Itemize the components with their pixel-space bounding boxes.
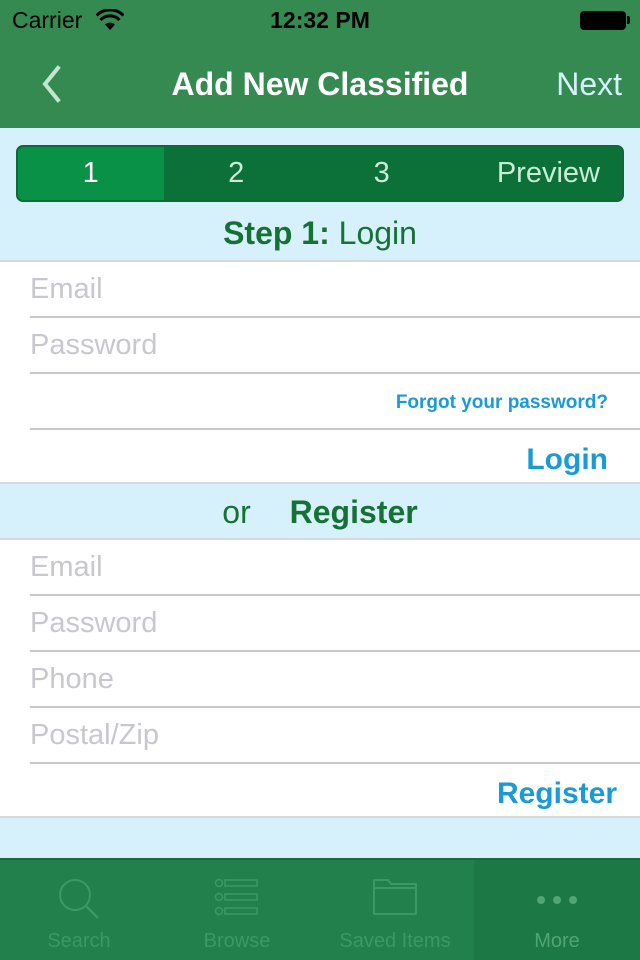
page-title: Add New Classified xyxy=(171,66,469,102)
login-button[interactable]: Login xyxy=(526,443,608,477)
step-tab-preview[interactable]: Preview xyxy=(455,147,623,200)
clock: 12:32 PM xyxy=(270,7,370,33)
tab-browse-label: Browse xyxy=(203,930,271,952)
step-tab-2[interactable]: 2 xyxy=(164,147,310,200)
login-section-header: Step 1: Login xyxy=(0,215,640,252)
next-button[interactable]: Next xyxy=(556,66,622,103)
login-email-row xyxy=(30,262,640,318)
battery-tip xyxy=(627,16,630,24)
step-tab-3[interactable]: 3 xyxy=(309,147,455,200)
step-segmented-control: 1 2 3 Preview xyxy=(16,145,624,202)
step-tab-1[interactable]: 1 xyxy=(18,147,164,200)
login-password-input[interactable] xyxy=(30,318,610,372)
tab-browse[interactable]: Browse xyxy=(158,860,316,960)
register-phone-row xyxy=(30,652,640,708)
register-phone-input[interactable] xyxy=(30,652,610,706)
battery-icon xyxy=(580,11,626,30)
navigation-header: Carrier 12:32 PM Add New Classified Next xyxy=(0,0,640,128)
tab-saved-items-label: Saved Items xyxy=(339,930,451,952)
search-icon xyxy=(59,879,99,919)
register-email-input[interactable] xyxy=(30,540,610,594)
login-password-row xyxy=(30,318,640,374)
step-label: Step 1: xyxy=(223,215,330,251)
register-postal-row xyxy=(30,708,640,764)
register-heading: Register xyxy=(289,494,418,530)
login-email-input[interactable] xyxy=(30,262,610,316)
register-button[interactable]: Register xyxy=(497,777,617,811)
tab-search[interactable]: Search xyxy=(0,860,158,960)
list-icon xyxy=(214,878,258,916)
tab-saved-items[interactable]: Saved Items xyxy=(316,860,474,960)
register-password-input[interactable] xyxy=(30,596,610,650)
register-section-header: or Register xyxy=(0,494,640,531)
register-email-row xyxy=(30,540,640,596)
register-password-row xyxy=(30,596,640,652)
tab-bar: Search Browse Saved Items More xyxy=(0,858,640,960)
forgot-password-link[interactable]: Forgot your password? xyxy=(396,392,608,414)
register-form: Register xyxy=(0,538,640,818)
login-form: Forgot your password? Login xyxy=(0,260,640,484)
folder-icon xyxy=(373,879,417,915)
tab-more[interactable]: More xyxy=(474,860,640,960)
tab-search-label: Search xyxy=(47,930,111,952)
status-bar: Carrier 12:32 PM xyxy=(0,0,640,40)
or-label: or xyxy=(222,494,251,530)
step-name: Login xyxy=(338,215,417,251)
more-icon xyxy=(537,896,577,904)
tab-more-label: More xyxy=(534,930,580,952)
register-postal-input[interactable] xyxy=(30,708,610,762)
